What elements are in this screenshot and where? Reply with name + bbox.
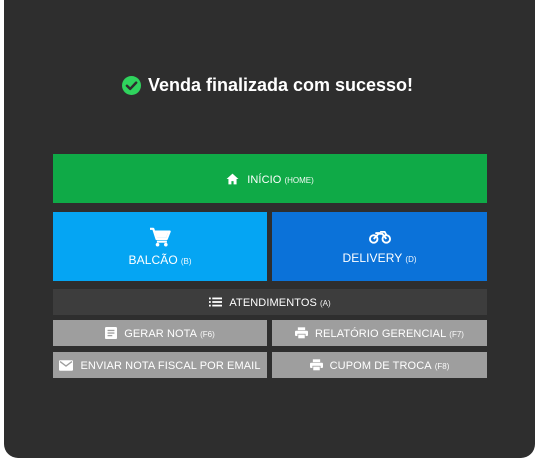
atendimentos-button[interactable]: ATENDIMENTOS (A) — [53, 289, 487, 315]
cupom-de-troca-button-shortcut: (F8) — [434, 362, 450, 371]
atendimentos-button-label: ATENDIMENTOS — [229, 297, 317, 309]
delivery-button[interactable]: DELIVERY (D) — [272, 212, 487, 281]
motorcycle-icon — [368, 229, 391, 245]
mail-icon — [59, 359, 74, 371]
relatorio-gerencial-button[interactable]: RELATÓRIO GERENCIAL (F7) — [272, 320, 487, 346]
relatorio-gerencial-button-shortcut: (F7) — [449, 330, 464, 339]
document-icon — [105, 327, 118, 339]
list-icon — [209, 297, 223, 307]
gerar-nota-button-shortcut: (F6) — [200, 330, 215, 339]
printer-icon — [309, 359, 323, 371]
home-button-shortcut: (HOME) — [284, 175, 314, 185]
success-message: Venda finalizada com sucesso! — [0, 73, 535, 97]
enviar-email-button[interactable]: ENVIAR NOTA FISCAL POR EMAIL — [53, 352, 267, 378]
atendimentos-button-shortcut: (A) — [319, 299, 331, 308]
delivery-button-shortcut: (D) — [405, 254, 417, 264]
delivery-button-label: DELIVERY — [342, 250, 403, 265]
success-message-text: Venda finalizada com sucesso! — [147, 74, 414, 95]
home-button[interactable]: INÍCIO (HOME) — [53, 154, 487, 203]
printer-icon — [295, 327, 309, 339]
balcao-button-label: BALCÃO — [128, 252, 178, 267]
balcao-button-shortcut: (B) — [180, 256, 192, 266]
cupom-de-troca-button[interactable]: CUPOM DE TROCA (F8) — [272, 352, 487, 378]
cart-icon — [149, 227, 171, 247]
check-circle-icon — [121, 75, 141, 95]
home-button-label: INÍCIO — [247, 173, 282, 186]
home-icon — [226, 173, 239, 185]
relatorio-gerencial-button-label: RELATÓRIO GERENCIAL — [315, 328, 447, 340]
gerar-nota-button-label: GERAR NOTA — [124, 328, 198, 340]
cupom-de-troca-button-label: CUPOM DE TROCA — [329, 360, 432, 372]
gerar-nota-button[interactable]: GERAR NOTA (F6) — [53, 320, 267, 346]
balcao-button[interactable]: BALCÃO (B) — [53, 212, 267, 281]
enviar-email-button-label: ENVIAR NOTA FISCAL POR EMAIL — [80, 360, 261, 372]
